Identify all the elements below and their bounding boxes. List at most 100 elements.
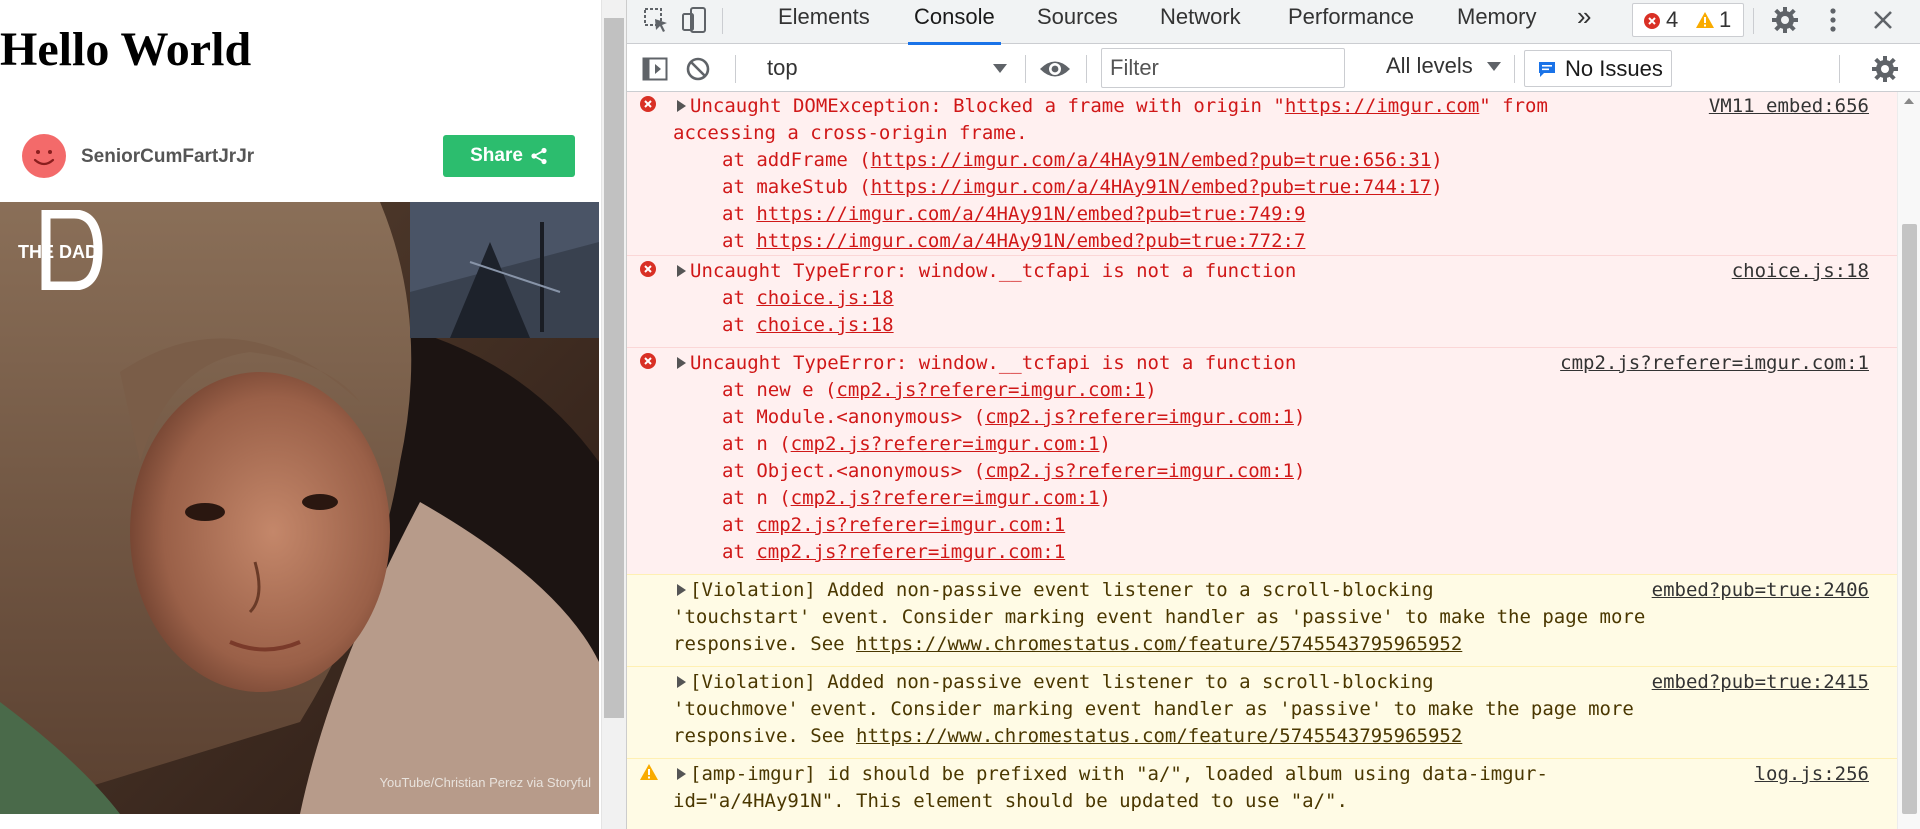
message-text: responsive. See https://www.chromestatus… (673, 725, 1463, 747)
console-warning-message[interactable]: [amp-imgur] id should be prefixed with "… (627, 758, 1898, 829)
console-violation-message[interactable]: [Violation] Added non-passive event list… (627, 666, 1898, 758)
console-scrollbar-thumb[interactable] (1902, 224, 1917, 814)
stack-link[interactable]: cmp2.js?referer=imgur.com:1 (756, 514, 1065, 536)
error-icon (640, 261, 656, 277)
expand-triangle-icon[interactable] (677, 584, 686, 596)
console-settings-gear-icon[interactable] (1869, 53, 1901, 85)
warning-count: 1 (1719, 7, 1732, 32)
chevron-down-icon (1486, 62, 1501, 72)
avatar[interactable] (22, 134, 66, 178)
page-title: Hello World (0, 23, 252, 76)
chromestatus-link[interactable]: https://www.chromestatus.com/feature/574… (856, 633, 1462, 655)
expand-triangle-icon[interactable] (677, 676, 686, 688)
source-link[interactable]: cmp2.js?referer=imgur.com:1 (1560, 350, 1869, 377)
origin-link[interactable]: https://imgur.com (1285, 95, 1479, 117)
stack-link[interactable]: https://imgur.com/a/4HAy91N/embed?pub=tr… (871, 176, 1432, 198)
console-violation-message[interactable]: [Violation] Added non-passive event list… (627, 574, 1898, 666)
devtools-tabbar: Elements Console Sources Network Perform… (627, 0, 1920, 45)
context-select[interactable]: top (761, 53, 1007, 85)
source-link[interactable]: VM11 embed:656 (1709, 93, 1869, 120)
issues-label: No Issues (1565, 55, 1663, 81)
console-error-message[interactable]: Uncaught TypeError: window.__tcfapi is n… (627, 255, 1898, 347)
toolbar-divider (1025, 55, 1026, 83)
toolbar-divider (1086, 55, 1087, 83)
message-text: id="a/4HAy91N". This element should be u… (673, 790, 1348, 812)
console-scrollbar[interactable] (1897, 92, 1920, 829)
scroll-up-arrow-icon[interactable] (1904, 98, 1914, 104)
share-icon (531, 147, 547, 165)
video-player[interactable]: THE DAD YouTube/Christian Perez via Stor… (0, 202, 599, 814)
share-button[interactable]: Share (443, 135, 575, 177)
stack-link[interactable]: cmp2.js?referer=imgur.com:1 (791, 433, 1100, 455)
stack-link[interactable]: cmp2.js?referer=imgur.com:1 (836, 379, 1145, 401)
message-text: responsive. See https://www.chromestatus… (673, 633, 1463, 655)
settings-gear-icon[interactable] (1769, 4, 1801, 36)
issues-counter[interactable]: 4 1 (1632, 3, 1744, 37)
stack-link[interactable]: cmp2.js?referer=imgur.com:1 (985, 460, 1294, 482)
expand-triangle-icon[interactable] (677, 768, 686, 780)
toolbar-divider (735, 55, 736, 83)
inset-scene-image (410, 202, 599, 338)
close-devtools-icon[interactable] (1867, 4, 1899, 36)
stack-frame: at choice.js:18 (722, 287, 894, 309)
expand-triangle-icon[interactable] (677, 100, 686, 112)
console-messages: Uncaught DOMException: Blocked a frame w… (627, 92, 1898, 829)
issues-button[interactable]: No Issues (1524, 50, 1672, 87)
log-levels-label: All levels (1386, 53, 1473, 78)
clear-console-icon[interactable] (682, 53, 714, 85)
toolbar-divider (1514, 55, 1515, 83)
the-dad-logo: THE DAD (18, 210, 103, 290)
chromestatus-link[interactable]: https://www.chromestatus.com/feature/574… (856, 725, 1462, 747)
stack-frame: at cmp2.js?referer=imgur.com:1 (722, 514, 1066, 536)
kebab-menu-icon[interactable] (1823, 4, 1843, 36)
warning-icon (640, 764, 658, 780)
stack-link[interactable]: https://imgur.com/a/4HAy91N/embed?pub=tr… (871, 149, 1432, 171)
expand-triangle-icon[interactable] (677, 265, 686, 277)
stack-link[interactable]: https://imgur.com/a/4HAy91N/embed?pub=tr… (756, 203, 1305, 225)
devtools-panel: Elements Console Sources Network Perform… (626, 0, 1920, 829)
source-link[interactable]: embed?pub=true:2415 (1652, 669, 1869, 696)
stack-link[interactable]: choice.js:18 (756, 314, 893, 336)
log-levels-select[interactable]: All levels (1386, 53, 1501, 79)
username-link[interactable]: SeniorCumFartJrJr (81, 146, 254, 168)
web-page: Hello World SeniorCumFartJrJr Share THE … (0, 0, 600, 829)
stack-link[interactable]: cmp2.js?referer=imgur.com:1 (985, 406, 1294, 428)
live-expression-eye-icon[interactable] (1037, 53, 1073, 85)
inspect-element-icon[interactable] (641, 4, 671, 36)
issues-chat-icon (1539, 62, 1555, 77)
page-scrollbar-thumb[interactable] (604, 18, 624, 718)
stack-frame: at addFrame (https://imgur.com/a/4HAy91N… (722, 149, 1443, 171)
smiley-icon (33, 150, 55, 166)
tab-network[interactable]: Network (1160, 0, 1241, 44)
device-toolbar-icon[interactable] (679, 4, 709, 36)
tab-elements[interactable]: Elements (778, 0, 870, 44)
more-tabs-button[interactable]: » (1577, 0, 1591, 44)
chevron-down-icon (993, 64, 1007, 73)
message-text: Uncaught TypeError: window.__tcfapi is n… (675, 258, 1296, 285)
sidebar-toggle-icon[interactable] (639, 53, 671, 85)
expand-triangle-icon[interactable] (677, 357, 686, 369)
source-link[interactable]: log.js:256 (1755, 761, 1869, 788)
tab-memory[interactable]: Memory (1457, 0, 1536, 44)
page-scrollbar[interactable] (601, 0, 626, 829)
stack-frame: at n (cmp2.js?referer=imgur.com:1) (722, 433, 1111, 455)
source-link[interactable]: embed?pub=true:2406 (1652, 577, 1869, 604)
message-text: [amp-imgur] id should be prefixed with "… (675, 761, 1548, 788)
tab-performance[interactable]: Performance (1288, 0, 1414, 44)
tabbar-divider (722, 8, 723, 34)
post-header: SeniorCumFartJrJr Share (0, 132, 600, 178)
tab-console[interactable]: Console (908, 0, 1001, 45)
console-error-message[interactable]: Uncaught DOMException: Blocked a frame w… (627, 92, 1898, 255)
error-icon (1644, 13, 1660, 29)
error-icon (640, 96, 656, 112)
stack-link[interactable]: choice.js:18 (756, 287, 893, 309)
tab-sources[interactable]: Sources (1037, 0, 1118, 44)
stack-link[interactable]: https://imgur.com/a/4HAy91N/embed?pub=tr… (756, 230, 1305, 252)
context-value: top (767, 55, 798, 80)
console-error-message[interactable]: Uncaught TypeError: window.__tcfapi is n… (627, 347, 1898, 574)
stack-frame: at Module.<anonymous> (cmp2.js?referer=i… (722, 406, 1306, 428)
filter-input[interactable] (1101, 48, 1345, 88)
stack-link[interactable]: cmp2.js?referer=imgur.com:1 (791, 487, 1100, 509)
source-link[interactable]: choice.js:18 (1732, 258, 1869, 285)
stack-link[interactable]: cmp2.js?referer=imgur.com:1 (756, 541, 1065, 563)
